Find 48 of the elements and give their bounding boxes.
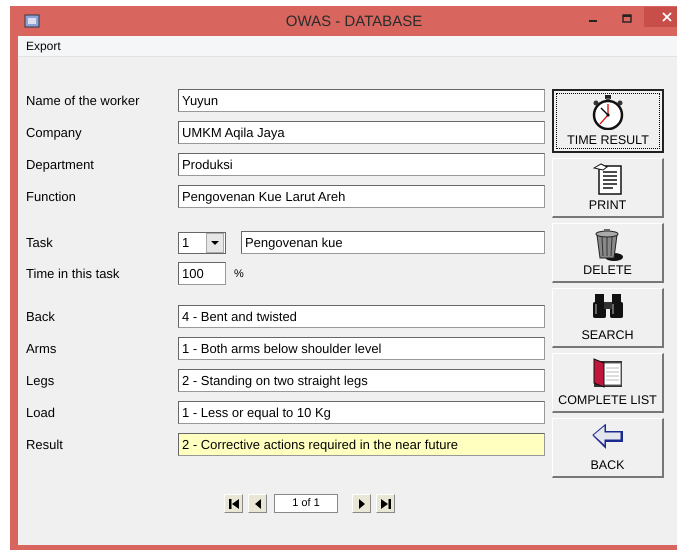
field-label: Name of the worker <box>26 93 140 108</box>
text-field[interactable]: 1 - Both arms below shoulder level <box>178 337 545 360</box>
book-button[interactable]: COMPLETE LIST <box>552 353 664 413</box>
unit-label: % <box>234 268 244 280</box>
text-field[interactable]: Produksi <box>178 153 545 176</box>
field-label: Department <box>26 157 95 172</box>
maximize-icon[interactable] <box>622 14 632 24</box>
dropdown-arrow-icon <box>211 240 219 244</box>
text-field[interactable]: UMKM Aqila Jaya <box>178 121 545 144</box>
window-title: OWAS - DATABASE <box>286 13 422 30</box>
text-field[interactable]: Pengovenan kue <box>241 231 545 254</box>
next-record-button[interactable] <box>352 494 371 513</box>
field-label: Company <box>26 125 83 140</box>
trash-button[interactable]: DELETE <box>552 223 664 283</box>
text-field[interactable]: 2 - Corrective actions required in the near future <box>178 433 545 456</box>
field-label: Legs <box>26 373 56 388</box>
text-field[interactable]: 100 <box>178 262 226 285</box>
menu-item[interactable]: Export <box>18 39 69 53</box>
field-label: Arms <box>26 341 58 356</box>
document-icon <box>592 162 622 196</box>
first-record-button[interactable] <box>224 494 243 513</box>
app-icon <box>24 14 40 28</box>
book-icon <box>590 357 624 389</box>
close-button[interactable] <box>644 7 677 27</box>
field-label: Function <box>26 189 77 204</box>
text-field[interactable]: 2 - Standing on two straight legs <box>178 369 545 392</box>
previous-record-button[interactable] <box>248 494 267 513</box>
skip-first-icon <box>228 498 240 510</box>
field-label: Load <box>26 405 56 420</box>
field-label: Time in this task <box>26 266 120 281</box>
stopwatch-icon <box>591 94 625 130</box>
text-field[interactable]: Yuyun <box>178 89 545 112</box>
back-button[interactable]: BACK <box>552 418 664 478</box>
stopwatch-button[interactable]: TIME RESULT <box>552 89 664 153</box>
binoculars-icon <box>592 292 624 320</box>
task-dropdown[interactable]: 1 <box>178 232 226 254</box>
print-button[interactable]: PRINT <box>552 158 664 218</box>
text-field[interactable]: 4 - Bent and twisted <box>178 305 545 328</box>
field-label: Task <box>26 235 54 250</box>
field-label: Result <box>26 437 64 452</box>
binoculars-button[interactable]: SEARCH <box>552 288 664 348</box>
record-counter: 1 of 1 <box>274 494 338 513</box>
close-icon <box>662 12 672 22</box>
field-label: Back <box>26 309 56 324</box>
last-record-button[interactable] <box>376 494 395 513</box>
skip-last-icon <box>380 498 392 510</box>
text-field[interactable]: Pengovenan Kue Larut Areh <box>178 185 545 208</box>
text-field[interactable]: 1 - Less or equal to 10 Kg <box>178 401 545 424</box>
